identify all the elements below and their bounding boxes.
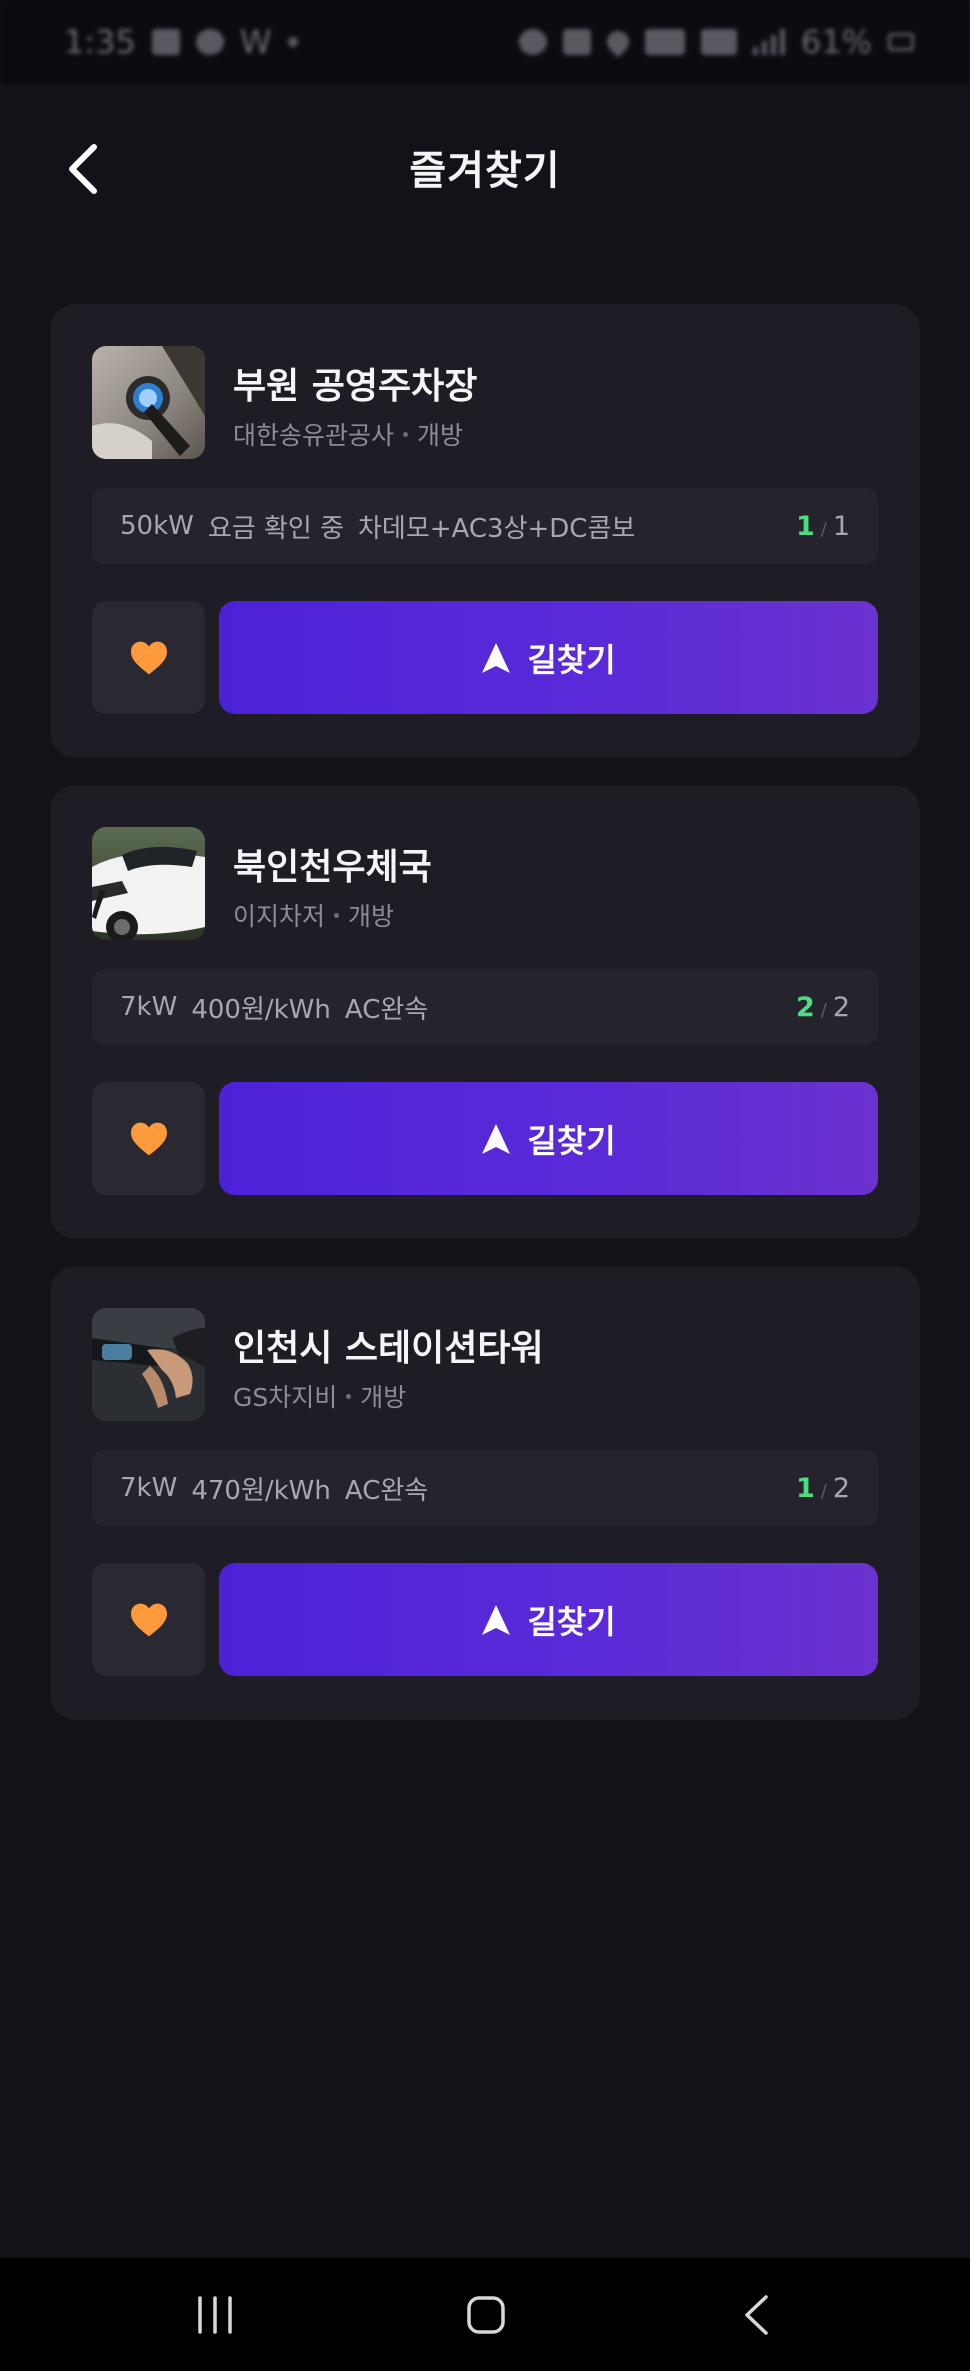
station-access: 개방 (348, 902, 395, 931)
signal-icon (752, 29, 785, 55)
station-card[interactable]: 인천시 스테이션타워 GS차지비 개방 7kW 470원/kWh AC완속 1 … (50, 1266, 920, 1720)
charger-power: 50kW (120, 511, 194, 541)
count-separator: / (820, 518, 827, 540)
status-app-badge: W (239, 23, 272, 61)
navigate-button[interactable]: 길찾기 (219, 1082, 878, 1195)
home-icon (467, 2296, 505, 2334)
station-thumbnail (92, 827, 205, 940)
station-thumbnail (92, 1308, 205, 1421)
location-icon (602, 26, 634, 58)
status-time: 1:35 (64, 23, 136, 61)
station-subtitle: 대한송유관공사 개방 (233, 416, 463, 452)
count-separator: / (820, 1480, 827, 1502)
total-count: 2 (832, 991, 850, 1023)
battery-icon (888, 33, 914, 51)
availability-count: 1 / 2 (796, 1473, 850, 1504)
count-separator: / (820, 999, 827, 1021)
charger-price: 요금 확인 중 (207, 513, 344, 544)
separator-dot (346, 1393, 352, 1399)
separator-dot (403, 431, 409, 437)
station-card[interactable]: 부원 공영주차장 대한송유관공사 개방 50kW 요금 확인 중 차데모+AC3… (50, 304, 920, 758)
favorite-button[interactable] (92, 1563, 205, 1676)
system-back-button[interactable] (742, 2294, 770, 2340)
total-count: 1 (832, 510, 850, 542)
electric-car-image (92, 827, 205, 940)
status-bar: 1:35 W 61% (0, 0, 970, 84)
navigate-label: 길찾기 (527, 1121, 616, 1160)
charger-power: 7kW (120, 992, 178, 1022)
station-operator: 대한송유관공사 (233, 421, 395, 450)
charger-connector: 차데모+AC3상+DC콤보 (358, 513, 636, 544)
navigate-label: 길찾기 (527, 1602, 616, 1641)
available-count: 1 (795, 1472, 815, 1504)
lte-icon (700, 29, 737, 55)
station-name: 인천시 스테이션타워 (233, 1328, 544, 1369)
system-back-icon (745, 2295, 768, 2335)
home-button[interactable] (466, 2295, 506, 2339)
station-subtitle: 이지차저 개방 (233, 897, 394, 933)
charger-price: 470원/kWh (191, 1475, 331, 1506)
navigation-arrow-icon (482, 1604, 511, 1635)
separator-dot (334, 912, 340, 918)
station-thumbnail (92, 346, 205, 459)
recent-apps-icon (198, 2296, 232, 2334)
availability-count: 1 / 1 (796, 511, 850, 542)
hd-voice-icon (644, 29, 685, 55)
favorite-button[interactable] (92, 601, 205, 714)
total-count: 2 (832, 1472, 850, 1504)
charger-info-row: 7kW 400원/kWh AC완속 2 / 2 (92, 969, 878, 1045)
navigate-button[interactable]: 길찾기 (219, 601, 878, 714)
chat-icon (195, 29, 224, 55)
station-access: 개방 (360, 1383, 407, 1412)
station-operator: 이지차저 (233, 902, 326, 931)
available-count: 1 (795, 510, 815, 542)
charger-power: 7kW (120, 1473, 178, 1503)
station-subtitle: GS차지비 개방 (233, 1378, 406, 1414)
status-left: 1:35 W (64, 23, 298, 61)
available-count: 2 (795, 991, 815, 1023)
charger-info-row: 7kW 470원/kWh AC완속 1 / 2 (92, 1450, 878, 1526)
heart-icon (130, 1603, 167, 1636)
availability-count: 2 / 2 (796, 992, 850, 1023)
station-access: 개방 (417, 421, 464, 450)
battery-level: 61% (800, 23, 872, 61)
navigate-label: 길찾기 (527, 640, 616, 679)
heart-icon (130, 1122, 167, 1155)
station-name: 부원 공영주차장 (233, 366, 478, 407)
favorites-screen: 1:35 W 61% 즐겨찾기 부원 공영주차장 대한송유관공사 개방 50kW… (0, 0, 970, 2371)
charger-info-row: 50kW 요금 확인 중 차데모+AC3상+DC콤보 1 / 1 (92, 488, 878, 564)
charger-connector: AC완속 (344, 1475, 429, 1506)
charger-connector: AC완속 (344, 994, 429, 1025)
navigation-arrow-icon (482, 1123, 511, 1154)
alarm-icon (518, 29, 547, 55)
mute-icon (562, 29, 591, 55)
station-name: 북인천우체국 (233, 847, 432, 888)
notification-dot-icon (287, 37, 298, 47)
charger-price: 400원/kWh (191, 994, 331, 1025)
station-operator: GS차지비 (233, 1383, 338, 1412)
recent-apps-button[interactable] (196, 2296, 234, 2338)
navigate-button[interactable]: 길찾기 (219, 1563, 878, 1676)
status-right: 61% (518, 23, 914, 61)
station-card[interactable]: 북인천우체국 이지차저 개방 7kW 400원/kWh AC완속 2 / 2 길… (50, 785, 920, 1239)
page-title: 즐겨찾기 (409, 148, 561, 194)
navigation-arrow-icon (482, 642, 511, 673)
charging-plug-image (92, 1308, 205, 1421)
favorite-button[interactable] (92, 1082, 205, 1195)
charging-port-image (92, 346, 205, 459)
header: 즐겨찾기 (0, 84, 970, 254)
gallery-icon (151, 29, 180, 55)
system-navigation-bar (0, 2258, 970, 2371)
heart-icon (130, 641, 167, 674)
